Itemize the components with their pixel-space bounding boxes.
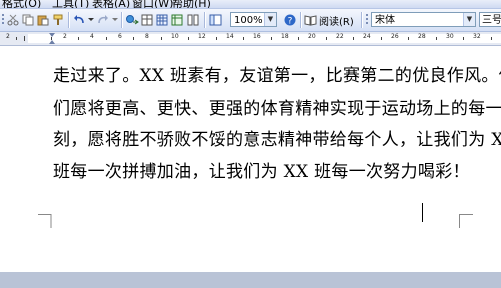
undo-icon[interactable] <box>72 12 86 28</box>
insert-table-icon[interactable] <box>155 12 169 28</box>
ruler-number: 4 <box>90 33 94 40</box>
ruler-number: 22 <box>336 33 344 40</box>
menu-bar: 格式(O) 工具(T) 表格(A) 窗口(W) 帮助(H) <box>0 0 501 9</box>
ruler-number: 28 <box>418 33 426 40</box>
ruler-number: 2 <box>6 33 10 40</box>
undo-dropdown-icon[interactable] <box>87 12 94 28</box>
menu-format[interactable]: 格式(O) <box>2 0 41 8</box>
paste-icon[interactable] <box>36 12 50 28</box>
cut-icon[interactable] <box>6 12 20 28</box>
ruler-number: 10 <box>171 33 179 40</box>
toolbar-separator <box>68 12 70 28</box>
ruler-number: 2 <box>63 33 67 40</box>
text-cursor <box>422 203 423 222</box>
text-line[interactable]: 走过来了。XX 班素有，友谊第一，比赛第二的优良作风。他 <box>53 61 501 86</box>
zoom-value: 100% <box>234 15 263 26</box>
menu-help[interactable]: 帮助(H) <box>172 0 211 8</box>
margin-corner-mark <box>459 214 473 228</box>
horizontal-ruler[interactable]: 2 2 4 6 8 10 12 14 16 18 20 22 24 26 28 … <box>0 32 501 46</box>
menu-table[interactable]: 表格(A) <box>92 0 130 8</box>
standard-toolbar: 100% ▼ ? 阅读(R) 宋体 ▼ 三号 <box>0 9 501 32</box>
document-map-icon[interactable] <box>208 12 222 28</box>
ruler-number: 30 <box>446 33 454 40</box>
toolbar-separator <box>300 12 302 28</box>
font-name-select[interactable]: 宋体 ▼ <box>371 12 476 27</box>
document-page[interactable]: 走过来了。XX 班素有，友谊第一，比赛第二的优良作风。他 们愿将更高、更快、更强… <box>0 46 501 272</box>
font-size-value: 三号 <box>482 15 501 26</box>
format-painter-icon[interactable] <box>51 12 65 28</box>
toolbar-separator <box>204 12 206 28</box>
ruler-number: 16 <box>253 33 261 40</box>
toolbar-grip-icon <box>364 12 370 28</box>
toolbar-separator <box>121 12 123 28</box>
margin-corner-mark <box>38 214 52 228</box>
ruler-number: 6 <box>118 33 122 40</box>
menu-tools[interactable]: 工具(T) <box>52 0 89 8</box>
tables-borders-icon[interactable] <box>140 12 154 28</box>
help-icon[interactable]: ? <box>283 12 297 28</box>
ruler-number: 18 <box>281 33 289 40</box>
ruler-number: 20 <box>308 33 316 40</box>
text-line[interactable]: 刻，愿将胜不骄败不馁的意志精神带给每个人，让我们为 XX <box>53 125 501 150</box>
font-size-select[interactable]: 三号 <box>479 12 501 27</box>
reading-layout-button[interactable]: 阅读(R) <box>304 12 354 28</box>
page-separator <box>0 272 501 288</box>
text-line[interactable]: 班每一次拼搏加油，让我们为 XX 班每一次努力喝彩！ <box>53 157 470 182</box>
ruler-number: 8 <box>145 33 149 40</box>
menu-window[interactable]: 窗口(W) <box>132 0 173 8</box>
hyperlink-icon[interactable] <box>125 12 139 28</box>
ruler-number: 14 <box>226 33 234 40</box>
reading-label: 阅读(R) <box>319 16 354 28</box>
font-name-value: 宋体 <box>375 15 395 26</box>
redo-icon[interactable] <box>96 12 110 28</box>
copy-icon[interactable] <box>21 12 35 28</box>
ruler-number: 26 <box>391 33 399 40</box>
toolbar-separator <box>361 12 363 28</box>
ruler-number: 12 <box>198 33 206 40</box>
svg-text:?: ? <box>288 17 293 27</box>
book-icon <box>304 15 317 26</box>
chevron-down-icon[interactable]: ▼ <box>264 13 276 26</box>
redo-dropdown-icon[interactable] <box>111 12 118 28</box>
chevron-down-icon[interactable]: ▼ <box>463 13 475 26</box>
zoom-select[interactable]: 100% ▼ <box>230 12 277 27</box>
ruler-number: 32 <box>473 33 481 40</box>
text-line[interactable]: 们愿将更高、更快、更强的体育精神实现于运动场上的每一 <box>53 94 501 119</box>
insert-excel-icon[interactable] <box>170 12 184 28</box>
columns-icon[interactable] <box>186 12 200 28</box>
ruler-number: 24 <box>363 33 371 40</box>
